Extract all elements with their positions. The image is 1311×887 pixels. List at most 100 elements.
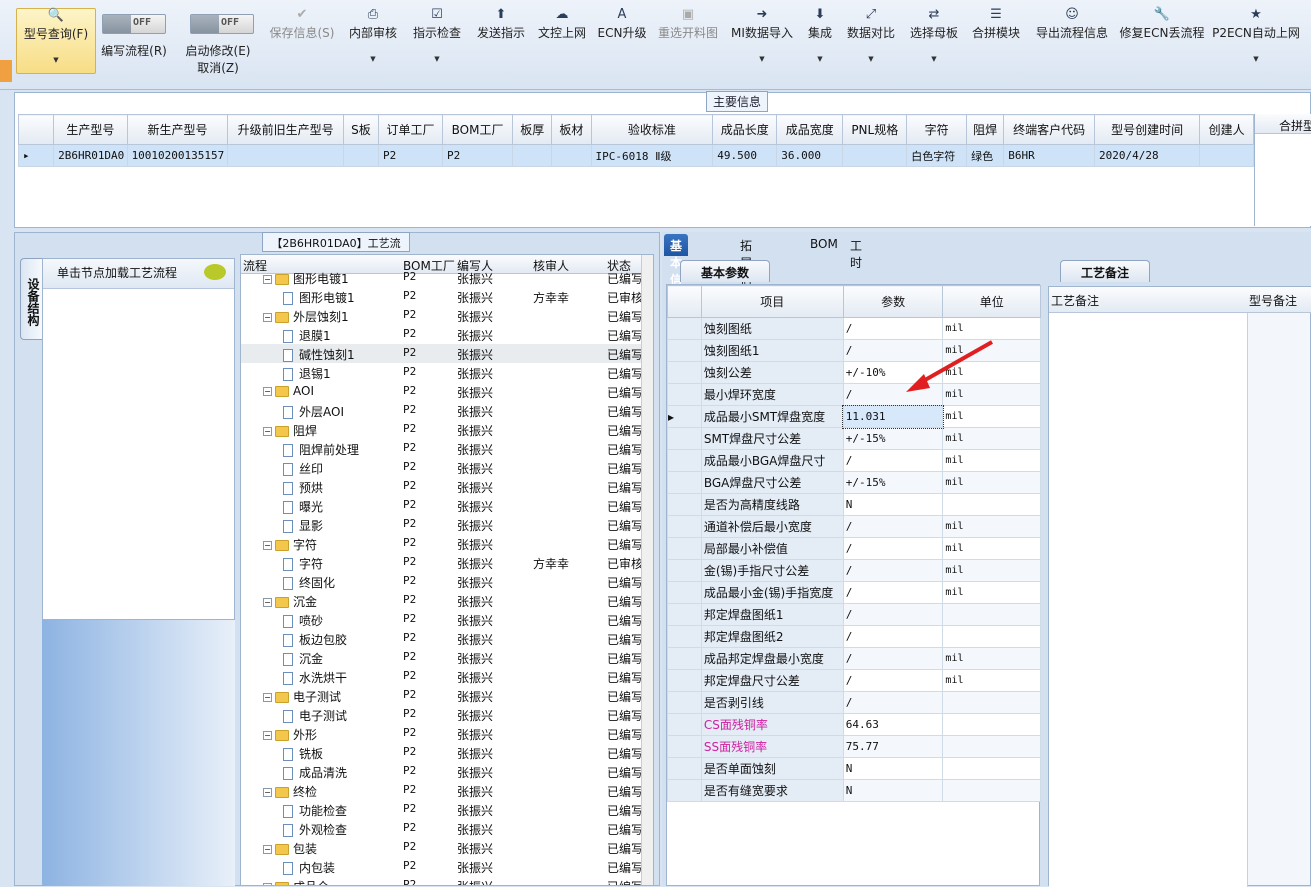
query-button[interactable]: 🔍 型号查询(F) ▼ bbox=[16, 8, 96, 74]
collapse-icon[interactable]: − bbox=[263, 313, 272, 322]
folder-node[interactable]: − 沉金 bbox=[263, 593, 317, 610]
cell-model[interactable]: 2B6HR01DA0 bbox=[53, 144, 128, 167]
param-value[interactable]: / bbox=[842, 669, 944, 692]
tree-row[interactable]: 图形电镀1 P2 张振兴 方幸幸 已审核 bbox=[241, 287, 653, 306]
param-value[interactable]: +/-15% bbox=[842, 471, 944, 494]
doc-node[interactable]: 丝印 bbox=[283, 460, 323, 477]
cell-material[interactable] bbox=[551, 144, 592, 167]
cell-s-board[interactable] bbox=[342, 144, 380, 167]
doc-node[interactable]: 沉金 bbox=[283, 650, 323, 667]
param-value[interactable]: N bbox=[842, 779, 944, 802]
tree-row[interactable]: 成品清洗 P2 张振兴 已编写 bbox=[241, 762, 653, 781]
param-value[interactable]: 64.63 bbox=[842, 713, 944, 736]
tree-row[interactable]: 水洗烘干 P2 张振兴 已编写 bbox=[241, 667, 653, 686]
folder-node[interactable]: − 电子测试 bbox=[263, 688, 341, 705]
doc-node[interactable]: 功能检查 bbox=[283, 802, 347, 819]
doc-node[interactable]: 图形电镀1 bbox=[283, 289, 355, 306]
tree-row[interactable]: 沉金 P2 张振兴 已编写 bbox=[241, 648, 653, 667]
col-header[interactable]: 创建人 bbox=[1199, 114, 1254, 145]
doc-node[interactable]: 外层AOI bbox=[283, 403, 344, 420]
export-flow-button[interactable]: ☺ 导出流程信息 bbox=[1030, 8, 1114, 41]
param-row[interactable]: 成品最小BGA焊盘尺寸 / mil bbox=[667, 449, 1041, 472]
doc-node[interactable]: 退锡1 bbox=[283, 365, 331, 382]
doc-node[interactable]: 喷砂 bbox=[283, 612, 323, 629]
folder-node[interactable]: − 图形电镀1 bbox=[263, 270, 349, 287]
param-value[interactable]: / bbox=[842, 603, 944, 626]
cell-order-factory[interactable]: P2 bbox=[378, 144, 443, 167]
param-value[interactable]: / bbox=[842, 449, 944, 472]
doc-node[interactable]: 板边包胶 bbox=[283, 631, 347, 648]
tree-row[interactable]: 外观检查 P2 张振兴 已编写 bbox=[241, 819, 653, 838]
param-value[interactable]: / bbox=[842, 515, 944, 538]
param-value[interactable]: N bbox=[842, 757, 944, 780]
edit-flow-toggle[interactable]: OFF bbox=[102, 14, 166, 34]
tab-extended-info[interactable]: 拓展信息 bbox=[734, 234, 758, 304]
doc-node[interactable]: 碱性蚀刻1 bbox=[283, 346, 355, 363]
param-row[interactable]: 金(锡)手指尺寸公差 / mil bbox=[667, 559, 1041, 582]
cell-creator[interactable] bbox=[1199, 144, 1254, 167]
upload-button[interactable]: ☁ 文控上网 bbox=[534, 8, 590, 41]
folder-node[interactable]: − 阻焊 bbox=[263, 422, 317, 439]
param-row[interactable]: CS面残铜率 64.63 bbox=[667, 713, 1041, 736]
collapse-icon[interactable]: − bbox=[263, 275, 272, 284]
tree-row[interactable]: −成品仓 P2 张振兴 已编写 bbox=[241, 876, 653, 885]
param-value[interactable]: N bbox=[842, 493, 944, 516]
param-row[interactable]: ▸ 成品最小SMT焊盘宽度 11.031 mil bbox=[667, 404, 1041, 429]
param-row[interactable]: SS面残铜率 75.77 bbox=[667, 735, 1041, 758]
col-header[interactable]: 验收标准 bbox=[590, 114, 714, 145]
col-header[interactable]: 升级前旧生产型号 bbox=[227, 114, 344, 145]
col-header[interactable]: 型号创建时间 bbox=[1094, 114, 1201, 145]
tab-bom[interactable]: BOM bbox=[804, 234, 844, 256]
tree-row[interactable]: 碱性蚀刻1 P2 张振兴 已编写 bbox=[241, 344, 653, 363]
col-header[interactable]: 板厚 bbox=[512, 114, 553, 145]
col-header[interactable]: 订单工厂 bbox=[378, 114, 443, 145]
param-value[interactable]: / bbox=[842, 691, 944, 714]
cell-old-model[interactable] bbox=[227, 144, 344, 167]
collapse-icon[interactable]: − bbox=[263, 541, 272, 550]
tree-row[interactable]: 喷砂 P2 张振兴 已编写 bbox=[241, 610, 653, 629]
collapse-icon[interactable]: − bbox=[263, 427, 272, 436]
collapse-icon[interactable]: − bbox=[263, 845, 272, 854]
param-row[interactable]: 邦定焊盘图纸2/ bbox=[667, 625, 1041, 648]
param-row[interactable]: 成品最小金(锡)手指宽度 / mil bbox=[667, 581, 1041, 604]
cell-created[interactable]: 2020/4/28 bbox=[1094, 144, 1201, 167]
tree-row[interactable]: − 外形 P2 张振兴 已编写 bbox=[241, 724, 653, 743]
cell-length[interactable]: 49.500 bbox=[712, 144, 778, 167]
col-header[interactable]: 成品长度 bbox=[712, 114, 778, 145]
folder-node[interactable]: −成品仓 bbox=[263, 878, 329, 885]
tree-row[interactable]: − AOI P2 张振兴 已编写 bbox=[241, 382, 653, 401]
tree-row[interactable]: − 终检 P2 张振兴 已编写 bbox=[241, 781, 653, 800]
col-header[interactable]: 生产型号 bbox=[53, 114, 128, 145]
tree-row[interactable]: − 图形电镀1 P2 张振兴 已编写 bbox=[241, 268, 653, 287]
doc-node[interactable]: 内包装 bbox=[283, 859, 335, 876]
doc-node[interactable]: 水洗烘干 bbox=[283, 669, 347, 686]
tree-row[interactable]: − 外层蚀刻1 P2 张振兴 已编写 bbox=[241, 306, 653, 325]
tree-row[interactable]: 退锡1 P2 张振兴 已编写 bbox=[241, 363, 653, 382]
doc-node[interactable]: 退膜1 bbox=[283, 327, 331, 344]
cell-bom-factory[interactable]: P2 bbox=[441, 144, 514, 167]
cell-standard[interactable]: IPC-6018 Ⅱ级 bbox=[590, 144, 714, 167]
internal-review-button[interactable]: ⎙ 内部审核 ▼ bbox=[344, 8, 402, 66]
select-mother-button[interactable]: ⇄ 选择母板 ▼ bbox=[904, 8, 964, 66]
param-row[interactable]: 是否剥引线 / bbox=[667, 691, 1041, 714]
cancel-label[interactable]: 取消(Z) bbox=[182, 59, 254, 76]
param-row[interactable]: 局部最小补偿值 / mil bbox=[667, 537, 1041, 560]
doc-node[interactable]: 电子测试 bbox=[283, 707, 347, 724]
folder-node[interactable]: − AOI bbox=[263, 384, 314, 398]
tree-row[interactable]: − 包装 P2 张振兴 已编写 bbox=[241, 838, 653, 857]
folder-node[interactable]: − 外形 bbox=[263, 726, 317, 743]
col-header[interactable]: 阻焊 bbox=[966, 114, 1005, 145]
tree-row[interactable]: 显影 P2 张振兴 已编写 bbox=[241, 515, 653, 534]
param-value[interactable]: / bbox=[842, 559, 944, 582]
col-header[interactable]: S板 bbox=[342, 114, 380, 145]
integrate-button[interactable]: ⬇ 集成 ▼ bbox=[800, 8, 840, 66]
device-structure-tab[interactable]: 设备结构 bbox=[20, 258, 42, 340]
send-instruction-button[interactable]: ⬆ 发送指示 bbox=[472, 8, 530, 41]
col-header[interactable]: 新生产型号 bbox=[126, 114, 229, 145]
tree-row[interactable]: 外层AOI P2 张振兴 已编写 bbox=[241, 401, 653, 420]
cell-width[interactable]: 36.000 bbox=[776, 144, 844, 167]
process-remark-field[interactable] bbox=[1049, 313, 1247, 887]
col-header[interactable]: 项目 bbox=[700, 285, 844, 318]
tree-row[interactable]: 功能检查 P2 张振兴 已编写 bbox=[241, 800, 653, 819]
param-row[interactable]: 成品邦定焊盘最小宽度 / mil bbox=[667, 647, 1041, 670]
